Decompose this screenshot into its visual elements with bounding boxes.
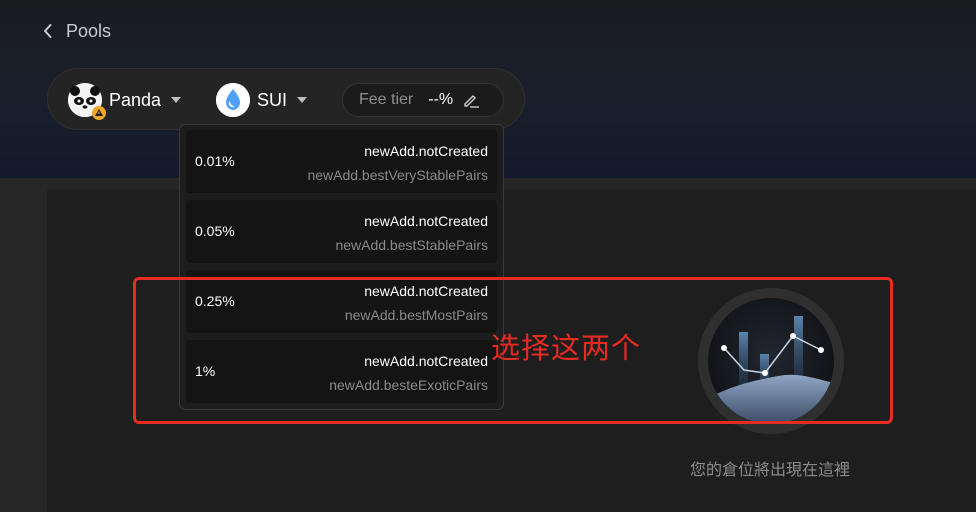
fee-option-description: newAdd.bestVeryStablePairs: [307, 167, 488, 183]
chevron-left-icon: [44, 24, 52, 38]
sui-droplet-icon: [216, 83, 250, 117]
fee-tier-label: Fee tier: [359, 91, 414, 108]
fee-option-status: newAdd.notCreated: [364, 213, 488, 229]
fee-option-percent: 0.01%: [195, 153, 235, 169]
annotation-text: 选择这两个: [491, 333, 642, 365]
token-a-label: Panda: [109, 89, 162, 110]
fee-option-0-05[interactable]: 0.05% newAdd.notCreated newAdd.bestStabl…: [186, 200, 497, 263]
token-a-selector[interactable]: Panda: [68, 82, 182, 120]
panda-icon: [68, 83, 106, 120]
fee-option-description: newAdd.bestStablePairs: [335, 237, 488, 253]
fee-tier-selector[interactable]: Fee tier --%: [342, 83, 504, 117]
fee-option-percent: 0.05%: [195, 223, 235, 239]
back-button[interactable]: Pools: [42, 18, 111, 44]
back-label: Pools: [66, 20, 112, 41]
edit-pencil-icon: [464, 95, 480, 108]
fee-option-status: newAdd.notCreated: [364, 143, 488, 159]
caret-down-icon: [297, 97, 308, 103]
empty-positions-message: 您的倉位將出現在這裡: [689, 462, 850, 479]
caret-down-icon: [171, 97, 182, 103]
fee-tier-value: --%: [428, 91, 454, 108]
token-b-label: SUI: [257, 89, 288, 110]
fee-option-0-01[interactable]: 0.01% newAdd.notCreated newAdd.bestVeryS…: [186, 130, 497, 193]
token-b-selector[interactable]: SUI: [216, 82, 308, 118]
warning-badge-icon: [92, 106, 106, 120]
pair-selector-bar: Panda SUI Fee tier --%: [47, 68, 525, 130]
